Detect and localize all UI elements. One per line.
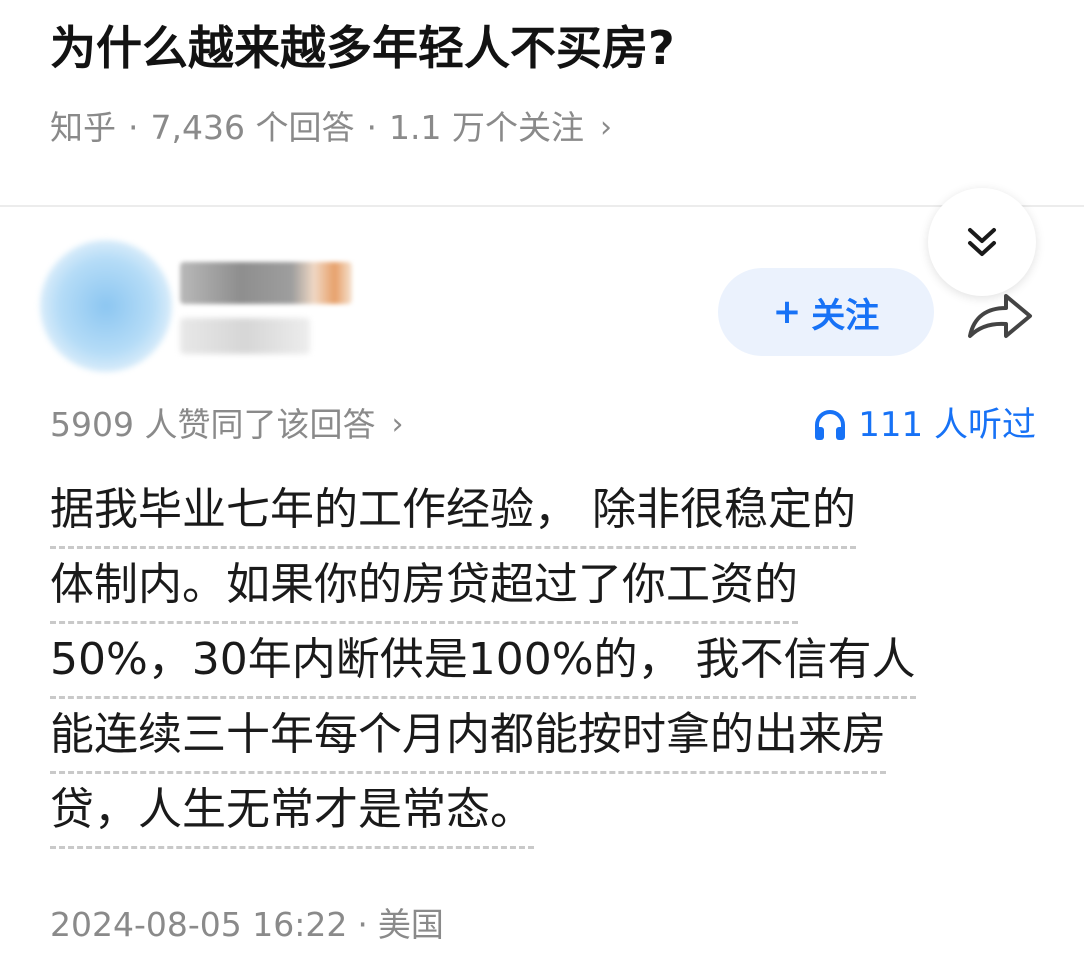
answer-line: 贷，人生无常才是常态。 <box>50 774 534 849</box>
follow-button[interactable]: + 关注 <box>718 268 934 356</box>
meta-separator: · <box>128 108 139 147</box>
upvote-summary[interactable]: 5909 人赞同了该回答 › <box>50 400 403 450</box>
answer-date: 2024-08-05 16:22 <box>50 905 348 944</box>
chevron-right-icon: › <box>599 110 612 145</box>
listen-count: 111 人听过 <box>858 405 1036 445</box>
answer-location: 美国 <box>377 905 444 944</box>
answer-line: 体制内。如果你的房贷超过了你工资的 <box>50 549 798 624</box>
meta-separator: · <box>366 108 377 147</box>
divider <box>0 205 1084 207</box>
double-chevron-down-icon <box>968 228 996 256</box>
question-meta[interactable]: 知乎 · 7,436 个回答 · 1.1 万个关注 › <box>50 102 612 154</box>
meta-separator: · <box>357 905 368 944</box>
question-title[interactable]: 为什么越来越多年轻人不买房? <box>50 14 675 82</box>
author-name-blurred[interactable] <box>180 262 352 304</box>
answers-count: 7,436 个回答 <box>150 108 355 147</box>
answer-line: 据我毕业七年的工作经验， 除非很稳定的 <box>50 474 856 549</box>
share-button[interactable] <box>962 288 1038 344</box>
follow-label: 关注 <box>811 295 880 336</box>
answer-body[interactable]: 据我毕业七年的工作经验， 除非很稳定的 体制内。如果你的房贷超过了你工资的 50… <box>50 474 1040 849</box>
share-arrow-icon <box>968 294 1032 338</box>
answer-line: 50%，30年内断供是100%的， 我不信有人 <box>50 624 916 699</box>
answer-timestamp: 2024-08-05 16:22 · 美国 <box>50 900 444 950</box>
plus-icon: + <box>772 292 802 332</box>
chevron-right-icon: › <box>391 407 404 442</box>
collapse-button[interactable] <box>928 188 1036 296</box>
author-avatar[interactable] <box>40 240 172 372</box>
source-label: 知乎 <box>50 108 116 147</box>
headphones-icon <box>815 410 846 440</box>
listen-button[interactable]: 111 人听过 <box>812 400 1036 450</box>
author-bio-blurred <box>180 318 310 354</box>
followers-count: 1.1 万个关注 <box>388 108 584 147</box>
upvote-text: 5909 人赞同了该回答 <box>50 405 376 444</box>
answer-line: 能连续三十年每个月内都能按时拿的出来房 <box>50 699 886 774</box>
